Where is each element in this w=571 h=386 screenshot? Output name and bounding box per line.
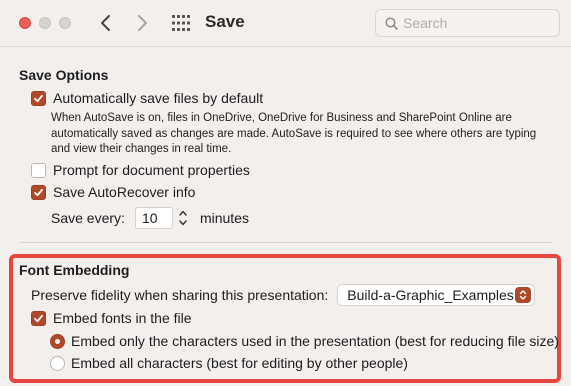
autorecover-label: Save AutoRecover info xyxy=(53,184,196,200)
embed-all-characters-label: Embed all characters (best for editing b… xyxy=(71,355,408,371)
embed-fonts-checkbox[interactable] xyxy=(31,310,46,326)
save-every-label: Save every: xyxy=(51,210,125,226)
autosave-label: Automatically save files by default xyxy=(53,90,264,106)
autosave-row[interactable]: Automatically save files by default xyxy=(31,90,263,106)
save-every-input[interactable]: 10 xyxy=(134,207,173,229)
autosave-description: When AutoSave is on, files in OneDrive, … xyxy=(51,112,537,155)
embed-all-characters-radio[interactable] xyxy=(50,355,65,371)
autorecover-row[interactable]: Save AutoRecover info xyxy=(31,184,195,200)
font-embedding-heading: Font Embedding xyxy=(19,262,130,278)
back-button[interactable] xyxy=(95,10,117,36)
show-all-button[interactable] xyxy=(171,14,191,32)
embed-all-characters-row[interactable]: Embed all characters (best for editing b… xyxy=(50,355,408,371)
stepper-arrows-icon xyxy=(179,210,187,226)
save-options-heading: Save Options xyxy=(19,67,109,83)
minimize-window-button[interactable] xyxy=(39,17,51,29)
zoom-window-button[interactable] xyxy=(59,17,71,29)
embed-used-characters-label: Embed only the characters used in the pr… xyxy=(71,333,559,349)
preserve-fidelity-row: Preserve fidelity when sharing this pres… xyxy=(31,284,536,306)
preserve-fidelity-label: Preserve fidelity when sharing this pres… xyxy=(31,287,329,303)
save-every-unit: minutes xyxy=(199,210,249,226)
embed-fonts-label: Embed fonts in the file xyxy=(53,310,192,326)
search-field[interactable] xyxy=(375,9,560,37)
select-arrows-icon xyxy=(515,287,532,303)
checkmark-icon xyxy=(34,314,43,322)
prompt-properties-label: Prompt for document properties xyxy=(53,162,250,178)
search-icon xyxy=(385,17,398,30)
save-every-row: Save every: 10 minutes xyxy=(51,207,249,229)
chevron-left-icon xyxy=(101,15,110,31)
title-bar-divider xyxy=(0,46,571,47)
search-input[interactable] xyxy=(403,14,553,32)
checkmark-icon xyxy=(34,94,43,102)
presentation-select-value: Build-a-Graphic_Examples xyxy=(347,287,514,303)
prompt-properties-checkbox[interactable] xyxy=(31,162,46,178)
window-title: Save xyxy=(205,12,245,31)
embed-used-characters-row[interactable]: Embed only the characters used in the pr… xyxy=(50,333,559,349)
prompt-properties-row[interactable]: Prompt for document properties xyxy=(31,162,250,178)
forward-button[interactable] xyxy=(131,10,153,36)
chevron-right-icon xyxy=(138,15,147,31)
close-window-button[interactable] xyxy=(19,17,31,29)
embed-used-characters-radio[interactable] xyxy=(50,333,65,349)
section-divider xyxy=(19,242,552,243)
checkmark-icon xyxy=(34,188,43,196)
save-every-stepper[interactable] xyxy=(177,207,189,229)
autosave-checkbox[interactable] xyxy=(31,90,46,106)
presentation-select[interactable]: Build-a-Graphic_Examples xyxy=(337,284,536,306)
grid-icon xyxy=(172,15,190,31)
title-bar: Save xyxy=(0,0,571,46)
embed-fonts-row[interactable]: Embed fonts in the file xyxy=(31,310,192,326)
autorecover-checkbox[interactable] xyxy=(31,184,46,200)
